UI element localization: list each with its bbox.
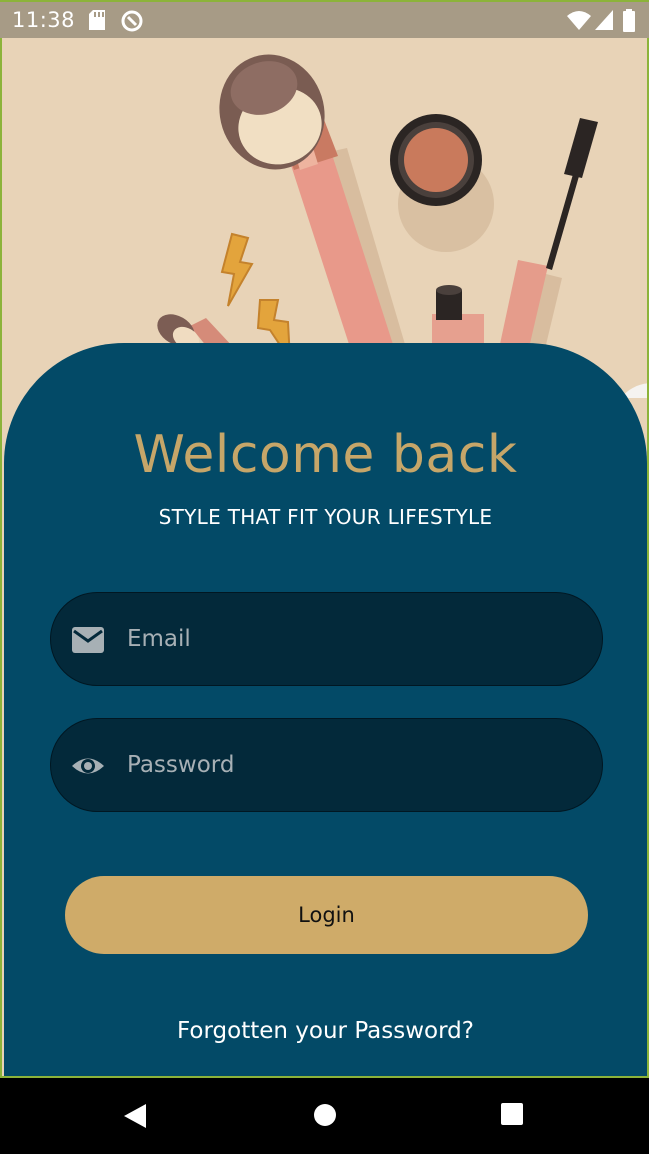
navigation-bar [0, 1078, 649, 1154]
email-input[interactable] [127, 593, 587, 685]
tagline: STYLE THAT FIT YOUR LIFESTYLE [158, 505, 493, 529]
eye-icon[interactable] [71, 749, 105, 783]
phone-screen: 11:38 Welcome back STYLE THAT FIT YOUR L… [0, 0, 649, 1154]
status-time: 11:38 [12, 8, 76, 32]
back-icon[interactable] [122, 1102, 148, 1130]
login-card: Welcome back STYLE THAT FIT YOUR LIFESTY… [4, 343, 647, 1076]
mail-icon [72, 627, 104, 653]
forgot-password-link[interactable]: Forgotten your Password? [4, 1018, 647, 1044]
home-icon[interactable] [312, 1102, 338, 1128]
sd-card-icon [89, 10, 105, 30]
password-input[interactable] [127, 719, 587, 811]
wifi-icon [567, 11, 591, 30]
login-button[interactable]: Login [65, 876, 588, 954]
recents-icon[interactable] [500, 1102, 524, 1126]
welcome-title: Welcome back [133, 425, 518, 485]
app-screen: Welcome back STYLE THAT FIT YOUR LIFESTY… [0, 38, 649, 1078]
data-saver-icon [121, 10, 143, 32]
status-bar: 11:38 [0, 0, 649, 38]
password-field[interactable] [50, 718, 603, 812]
email-field[interactable] [50, 592, 603, 686]
signal-icon [595, 10, 613, 30]
battery-icon [623, 9, 635, 32]
